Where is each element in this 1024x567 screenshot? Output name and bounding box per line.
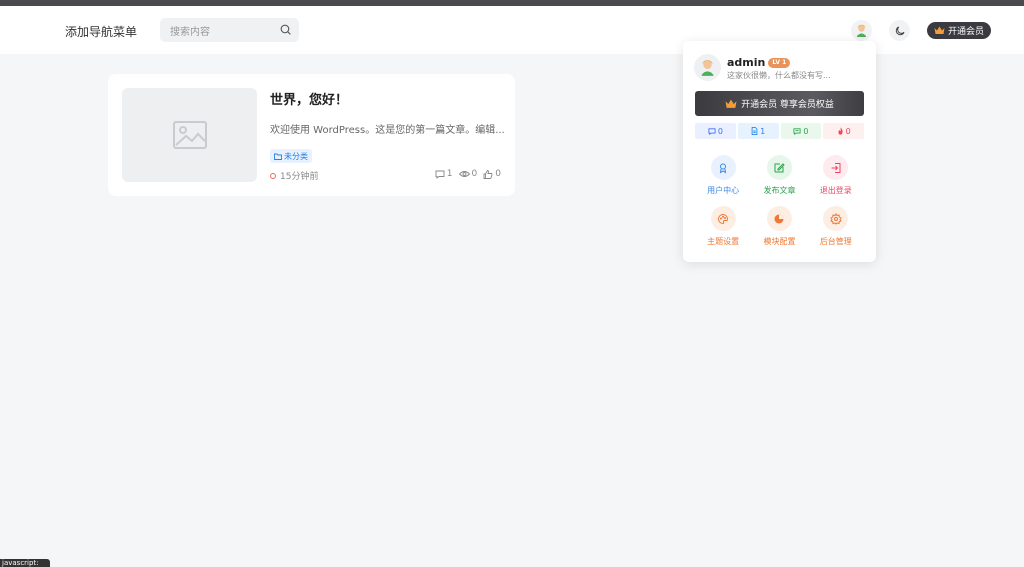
post-stats: 1 0 0 xyxy=(435,169,501,179)
logout-icon xyxy=(823,155,849,180)
crown-icon xyxy=(934,26,945,34)
comment-icon xyxy=(435,170,445,179)
menu-item-user-center[interactable]: 用户中心 xyxy=(695,155,751,198)
user-center-icon xyxy=(710,155,736,180)
count-hot[interactable]: 0 xyxy=(823,123,864,139)
count-posts[interactable]: 1 xyxy=(737,123,779,139)
user-menu-dropdown: admin LV 1 这家伙很懒，什么都没有写... 开通会员 尊享会员权益 0… xyxy=(683,41,876,262)
add-nav-menu-link[interactable]: 添加导航菜单 xyxy=(65,23,137,40)
moon-icon xyxy=(895,26,904,35)
menu-item-theme-settings[interactable]: 主题设置 xyxy=(695,206,751,249)
username: admin xyxy=(727,56,766,69)
edit-icon xyxy=(766,155,792,180)
palette-icon xyxy=(710,206,736,231)
menu-item-label: 模块配置 xyxy=(763,237,796,246)
view-count-value: 0 xyxy=(471,169,478,179)
count-messages[interactable]: 0 xyxy=(780,123,822,139)
category-tag[interactable]: 未分类 xyxy=(270,149,312,163)
menu-item-label: 退出登录 xyxy=(819,186,852,195)
post-thumbnail[interactable] xyxy=(122,88,257,182)
comment-count: 1 xyxy=(435,169,453,179)
view-count: 0 xyxy=(458,169,478,179)
menu-username: admin LV 1 xyxy=(727,56,791,69)
post-time: 15分钟前 xyxy=(270,169,318,182)
menu-item-module-config[interactable]: 模块配置 xyxy=(751,206,807,249)
search-box[interactable]: 搜索内容 xyxy=(160,18,299,42)
gear-icon xyxy=(823,206,849,231)
crown-icon xyxy=(725,99,737,108)
user-counts: 0 1 0 0 xyxy=(695,123,864,139)
avatar-icon xyxy=(857,24,866,37)
count-value: 0 xyxy=(717,126,723,136)
post-title[interactable]: 世界，您好！ xyxy=(270,89,348,108)
fire-icon xyxy=(838,127,843,135)
folder-icon xyxy=(274,153,282,160)
search-placeholder: 搜索内容 xyxy=(170,27,210,38)
clock-icon xyxy=(270,172,276,179)
count-value: 0 xyxy=(803,126,809,136)
menu-avatar[interactable] xyxy=(694,54,721,81)
eye-icon xyxy=(458,171,470,177)
like-count[interactable]: 0 xyxy=(483,169,501,179)
search-icon[interactable] xyxy=(279,23,292,39)
vip-button-label: 开通会员 xyxy=(947,27,984,37)
count-value: 1 xyxy=(760,126,766,136)
vip-button[interactable]: 开通会员 xyxy=(927,22,991,39)
menu-item-admin[interactable]: 后台管理 xyxy=(808,206,864,249)
menu-item-logout[interactable]: 退出登录 xyxy=(808,155,864,198)
post-icon xyxy=(751,127,758,135)
count-comments[interactable]: 0 xyxy=(695,123,736,139)
menu-item-label: 后台管理 xyxy=(819,237,852,246)
count-value: 0 xyxy=(845,126,851,136)
post-card: 世界，您好！ 欢迎使用 WordPress。这是您的第一篇文章。编辑... 未分… xyxy=(108,74,515,196)
like-count-value: 0 xyxy=(495,169,501,179)
category-label: 未分类 xyxy=(284,151,308,161)
dark-mode-toggle[interactable] xyxy=(889,20,910,41)
menu-item-label: 发布文章 xyxy=(763,186,796,195)
user-bio: 这家伙很懒，什么都没有写... xyxy=(727,71,831,80)
comment-icon xyxy=(708,127,716,135)
image-placeholder-icon xyxy=(172,121,207,149)
menu-item-label: 用户中心 xyxy=(707,186,740,195)
message-icon xyxy=(793,127,801,135)
menu-vip-label: 开通会员 尊享会员权益 xyxy=(741,100,834,110)
level-badge: LV 1 xyxy=(768,57,791,68)
comment-count-value: 1 xyxy=(446,169,453,179)
avatar-icon xyxy=(701,60,714,76)
post-excerpt: 欢迎使用 WordPress。这是您的第一篇文章。编辑... xyxy=(270,125,505,136)
user-avatar-button[interactable] xyxy=(851,20,872,41)
user-menu-grid: 用户中心 发布文章 退出登录 主题设置 模块配置 后台管理 xyxy=(695,155,864,249)
module-icon xyxy=(766,206,792,231)
thumbs-up-icon xyxy=(483,169,493,179)
menu-item-label: 主题设置 xyxy=(707,237,740,246)
menu-item-publish[interactable]: 发布文章 xyxy=(751,155,807,198)
browser-status-bar: javascript: xyxy=(0,559,50,567)
menu-vip-button[interactable]: 开通会员 尊享会员权益 xyxy=(695,91,864,116)
post-time-label: 15分钟前 xyxy=(280,172,319,182)
